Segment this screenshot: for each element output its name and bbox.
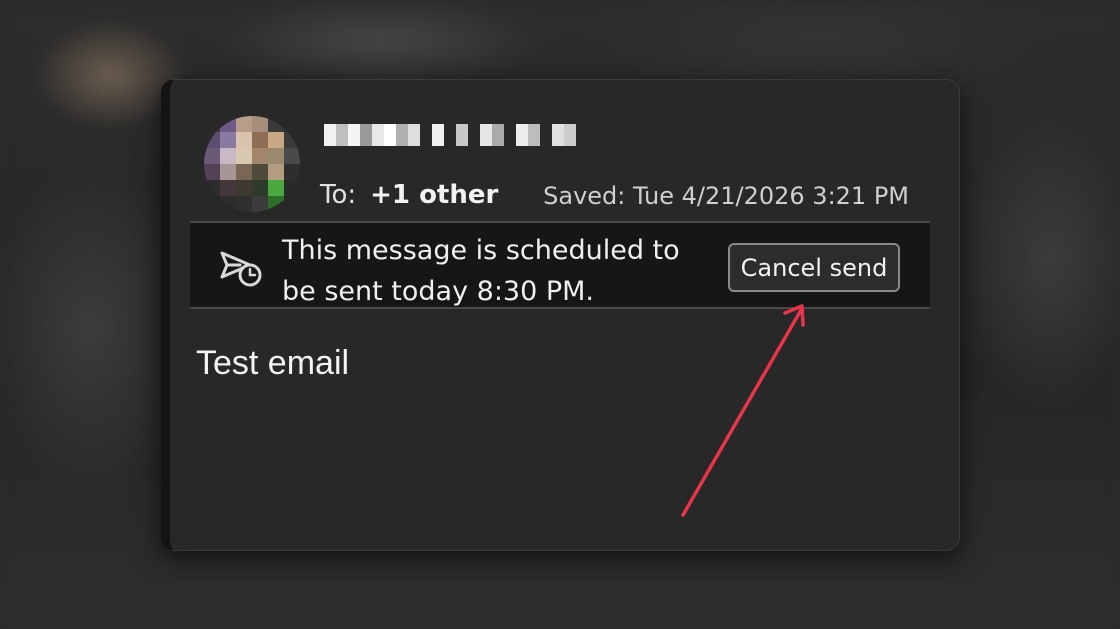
cancel-send-button[interactable]: Cancel send [728, 243, 900, 292]
scheduled-send-banner: This message is scheduled to be sent tod… [190, 221, 930, 309]
scheduled-send-icon [220, 251, 262, 287]
recipients-line: To: +1 other [320, 180, 498, 210]
saved-timestamp: Saved: Tue 4/21/2026 3:21 PM [543, 182, 909, 210]
email-card: To: +1 other Saved: Tue 4/21/2026 3:21 P… [161, 79, 960, 551]
scheduled-send-message: This message is scheduled to be sent tod… [282, 235, 680, 307]
recipients-value[interactable]: +1 other [370, 180, 498, 210]
avatar [204, 116, 300, 212]
sender-name-redacted [324, 124, 576, 146]
message-body[interactable]: Test email [196, 344, 349, 383]
to-label: To: [320, 180, 357, 210]
